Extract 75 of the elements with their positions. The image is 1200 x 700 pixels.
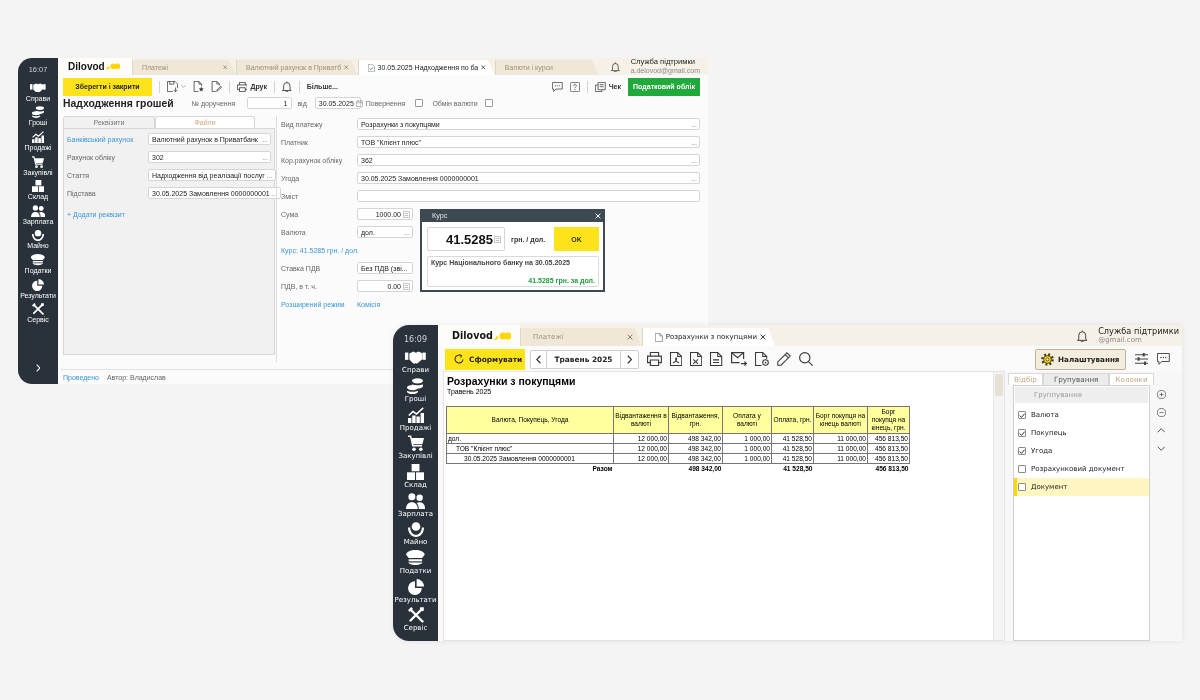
report-title: Розрахунки з покупцями [447, 375, 577, 387]
printer-icon[interactable] [647, 352, 662, 366]
pdf-document-icon[interactable] [669, 352, 683, 366]
rate-field[interactable]: 41.5285 [427, 227, 505, 251]
scrollbar[interactable] [993, 372, 1004, 640]
document-gear-icon[interactable] [754, 352, 769, 366]
search-icon[interactable] [798, 352, 813, 366]
checkbox[interactable] [415, 99, 424, 107]
document-icon [655, 332, 663, 342]
sliders-icon[interactable] [1134, 353, 1149, 365]
clock-time: 16:09 [403, 335, 428, 346]
checkbox[interactable] [1018, 465, 1026, 473]
envelope-arrow-icon[interactable] [730, 352, 747, 366]
stacked-documents-icon [595, 81, 606, 92]
help-icon[interactable] [570, 81, 580, 92]
handshake-icon [30, 82, 46, 93]
printer-icon [236, 81, 248, 92]
cap-icon [30, 254, 46, 266]
check-icon [1018, 430, 1026, 436]
form-title: Надходження грошей [63, 97, 174, 109]
chart-icon [32, 130, 44, 143]
bell-icon[interactable] [282, 81, 292, 92]
cap-icon [405, 550, 426, 566]
close-icon[interactable] [481, 65, 486, 70]
checkbox[interactable] [1018, 447, 1026, 455]
pie-chart-icon [407, 578, 424, 595]
document-x-icon[interactable] [690, 352, 703, 366]
bell-icon[interactable] [610, 61, 620, 72]
close-icon[interactable] [760, 334, 767, 340]
pencil-icon[interactable] [776, 352, 791, 366]
cart-icon [407, 435, 424, 452]
hands-ball-icon [407, 521, 424, 538]
chevron-left-icon [535, 354, 542, 364]
chevron-down-icon[interactable] [1156, 445, 1166, 451]
text-field[interactable] [357, 190, 700, 202]
bell-icon[interactable] [1076, 329, 1088, 342]
checkbox[interactable] [1018, 483, 1026, 491]
document-star-icon[interactable] [192, 81, 204, 92]
comment-icon[interactable] [552, 81, 563, 92]
settings-icon [1041, 352, 1055, 366]
logo-text: Dilovod [452, 330, 493, 341]
refresh-icon [454, 354, 464, 364]
people-icon [405, 492, 426, 509]
checkbox[interactable] [484, 99, 493, 107]
scrollbar-thumb[interactable] [995, 374, 1003, 396]
comment-icon[interactable] [1157, 353, 1170, 365]
logo-mark-icon [493, 331, 512, 340]
document-check-icon [367, 63, 375, 72]
tools-icon [32, 303, 44, 316]
coins-icon [32, 106, 44, 119]
save-icon[interactable] [167, 81, 178, 92]
document-lines-icon[interactable] [710, 352, 723, 366]
checkbox[interactable] [1018, 411, 1026, 419]
chevron-up-icon[interactable] [1156, 427, 1166, 433]
pie-chart-icon [32, 278, 44, 291]
checkbox[interactable] [1018, 429, 1026, 437]
chart-icon [407, 406, 424, 423]
chevron-right-icon [626, 354, 633, 364]
check-icon [1018, 412, 1026, 418]
hands-ball-icon [32, 229, 44, 242]
logo-mark-icon [105, 63, 120, 70]
people-icon [30, 204, 46, 217]
logo-text: Dilovod [68, 61, 105, 72]
minus-circle-icon[interactable] [1156, 407, 1166, 417]
support-title: Служба підтримки [1098, 326, 1179, 337]
cart-icon [32, 155, 44, 168]
handshake-icon [405, 351, 426, 364]
plus-circle-icon[interactable] [1156, 389, 1166, 399]
chevron-right-icon[interactable] [35, 364, 41, 372]
boxes-icon [31, 180, 45, 193]
tools-icon [407, 607, 424, 624]
check-icon [1018, 448, 1026, 454]
document-pencil-icon[interactable] [210, 81, 222, 92]
boxes-icon [406, 463, 424, 480]
coins-icon [407, 378, 424, 395]
